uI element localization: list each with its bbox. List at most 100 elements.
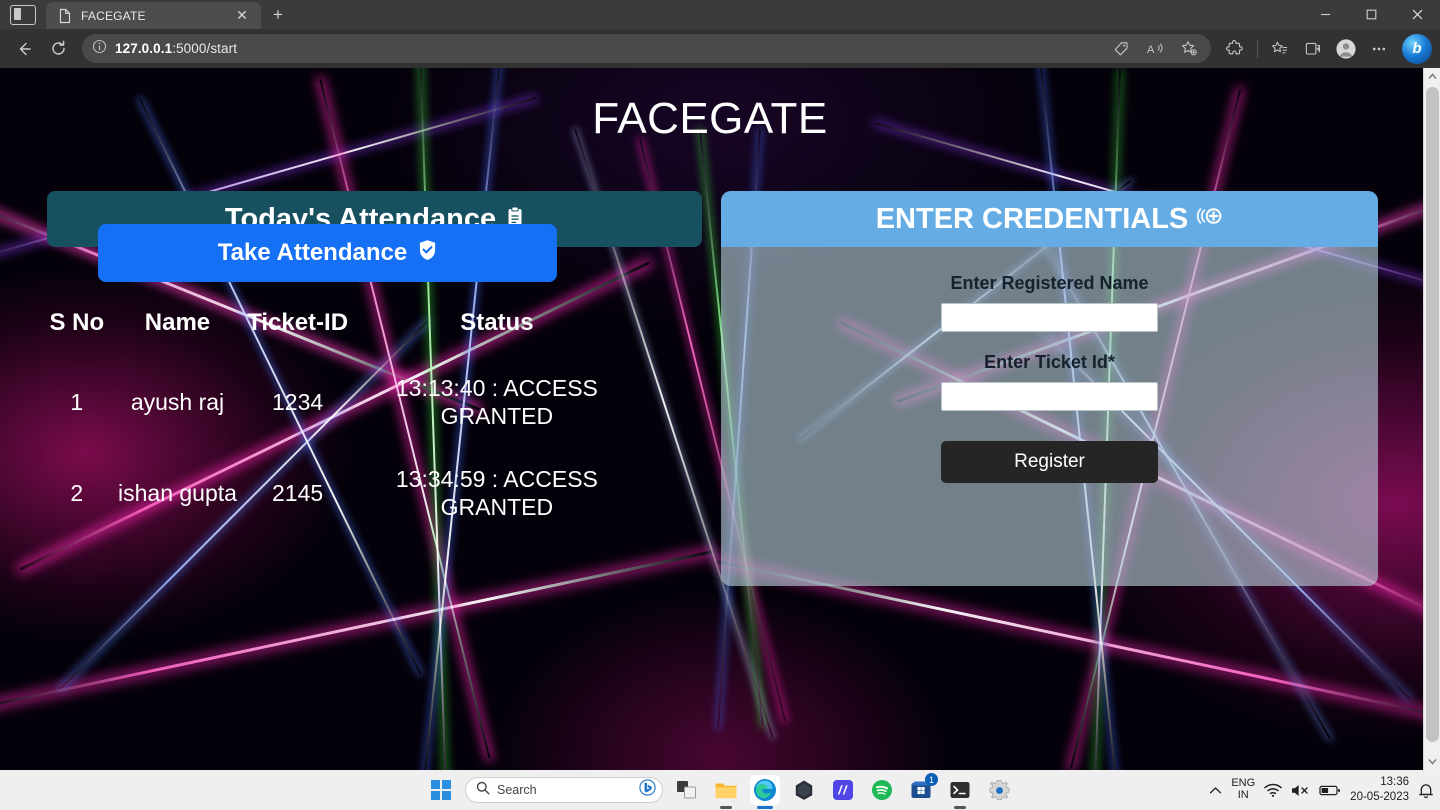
take-attendance-button[interactable]: Take Attendance [98,224,557,282]
browser-tab-facegate[interactable]: FACEGATE ✕ [46,2,261,29]
registered-name-input[interactable] [941,303,1158,332]
clock-date: 20-05-2023 [1350,791,1409,803]
address-bar-host: 127.0.0.1 [115,41,173,56]
credentials-form: Enter Registered Name Enter Ticket Id* R… [721,247,1378,483]
gem-app-icon[interactable] [789,775,819,805]
running-indicator [757,806,773,809]
scrollbar-thumb[interactable] [1426,87,1439,742]
add-favorite-icon[interactable] [1173,34,1205,64]
address-bar[interactable]: 127.0.0.1:5000/start A [82,34,1211,63]
settings-icon[interactable] [984,775,1014,805]
notification-bell-icon[interactable] [1418,782,1434,799]
taskbar-clock[interactable]: 13:36 20-05-2023 [1350,775,1409,805]
tab-title: FACEGATE [81,8,146,23]
close-icon[interactable] [1394,0,1440,29]
profile-icon[interactable] [1330,34,1362,64]
column-header-ticket: Ticket-ID [247,309,349,336]
address-bar-text: 127.0.0.1:5000/start [115,41,237,56]
copilot-icon[interactable]: b [1402,33,1432,64]
language-line2: IN [1237,789,1249,801]
close-icon[interactable]: ✕ [231,5,253,27]
battery-icon[interactable] [1319,784,1341,797]
cell-ticket: 1234 [271,388,324,415]
ticket-id-input[interactable] [941,382,1158,411]
shield-check-icon [418,239,437,267]
read-aloud-icon[interactable]: A [1139,34,1171,64]
credentials-header-title: ENTER CREDENTIALS [875,202,1189,235]
settings-and-more-icon[interactable] [1363,34,1395,64]
wifi-icon[interactable] [1264,783,1282,798]
windows-start-icon[interactable] [426,775,456,805]
register-button[interactable]: Register [941,441,1158,483]
browser-toolbar: 127.0.0.1:5000/start A b [0,29,1440,68]
running-indicator [954,806,966,809]
windows-taskbar: Search 1 ENG IN 13:36 20-05-2023 [0,770,1440,810]
column-header-status: Status [460,309,534,336]
taskbar-search[interactable]: Search [465,777,663,803]
attendance-table-head: S No Name Ticket-ID Status [40,303,640,357]
page-title: FACEGATE [592,94,828,143]
system-tray: ENG IN 13:36 20-05-2023 [1209,775,1434,805]
address-bar-path: :5000/start [172,41,238,56]
scroll-up-arrow-icon[interactable] [1424,68,1440,85]
tab-search-icon [10,4,36,25]
facegate-app: FACEGATE Today's Attendance Take Attenda… [0,68,1440,770]
file-explorer-icon[interactable] [711,775,741,809]
browser-essentials-icon[interactable] [1297,34,1329,64]
attendance-table-body: 1 ayush raj 1234 13:13:40 : ACCESS GRANT… [40,357,640,539]
microsoft-edge-icon[interactable] [750,775,780,809]
ticket-id-label: Enter Ticket Id* [984,352,1115,372]
running-indicator [720,806,732,809]
scroll-down-arrow-icon[interactable] [1424,753,1440,770]
cell-status: 13:34:59 : ACCESS GRANTED [395,466,598,520]
toolbar-divider [1257,39,1258,58]
extensions-icon[interactable] [1219,34,1251,64]
m-app-icon[interactable] [828,775,858,805]
window-controls [1302,0,1440,29]
attendance-table: S No Name Ticket-ID Status 1 ayush raj 1… [40,303,640,539]
clock-time: 13:36 [1380,776,1409,789]
cell-status: 13:13:40 : ACCESS GRANTED [395,375,598,429]
back-arrow-icon[interactable] [8,34,40,64]
microsoft-store-icon[interactable]: 1 [906,773,938,805]
cell-name: ayush raj [130,388,225,415]
cell-name: ishan gupta [118,479,237,506]
maximize-icon[interactable] [1348,0,1394,29]
address-bar-actions: A [1105,34,1205,64]
add-circle-icon [1197,205,1223,233]
cell-ticket: 2145 [271,479,324,506]
terminal-icon[interactable] [945,775,975,809]
refresh-icon[interactable] [42,34,74,64]
cell-sno: 1 [70,388,84,415]
language-indicator[interactable]: ENG IN [1231,778,1255,801]
site-info-icon[interactable] [92,39,107,59]
spotify-icon[interactable] [867,775,897,805]
column-header-name: Name [144,309,211,336]
toolbar-right-actions: b [1219,33,1432,64]
tab-search-button[interactable] [0,0,46,29]
search-placeholder: Search [497,783,537,797]
credentials-panel-header: ENTER CREDENTIALS [721,191,1378,247]
volume-muted-icon[interactable] [1291,783,1310,798]
svg-text:A: A [1147,44,1155,56]
table-header-row: S No Name Ticket-ID Status [40,303,640,357]
task-view-icon[interactable] [672,775,702,805]
chevron-up-icon[interactable] [1209,786,1222,795]
page-icon [57,8,73,24]
table-row: 2 ishan gupta 2145 13:34:59 : ACCESS GRA… [40,448,640,539]
credentials-panel: ENTER CREDENTIALS Enter Registered Name [721,191,1378,586]
page-viewport: FACEGATE Today's Attendance Take Attenda… [0,68,1440,770]
registered-name-label: Enter Registered Name [950,273,1149,293]
minimize-icon[interactable] [1302,0,1348,29]
shopping-tag-icon[interactable] [1105,34,1137,64]
browser-window: FACEGATE ✕ + 127.0.0.1:5000/start A b FA… [0,0,1440,810]
column-header-sno: S No [49,309,105,336]
bing-icon[interactable] [639,779,656,801]
take-attendance-label: Take Attendance [217,239,408,266]
page-scrollbar[interactable] [1423,68,1440,770]
new-tab-button[interactable]: + [267,4,289,26]
browser-titlebar: FACEGATE ✕ + [0,0,1440,29]
taskbar-center-group: Search 1 [426,773,1014,809]
cell-sno: 2 [70,479,84,506]
collections-icon[interactable] [1264,34,1296,64]
